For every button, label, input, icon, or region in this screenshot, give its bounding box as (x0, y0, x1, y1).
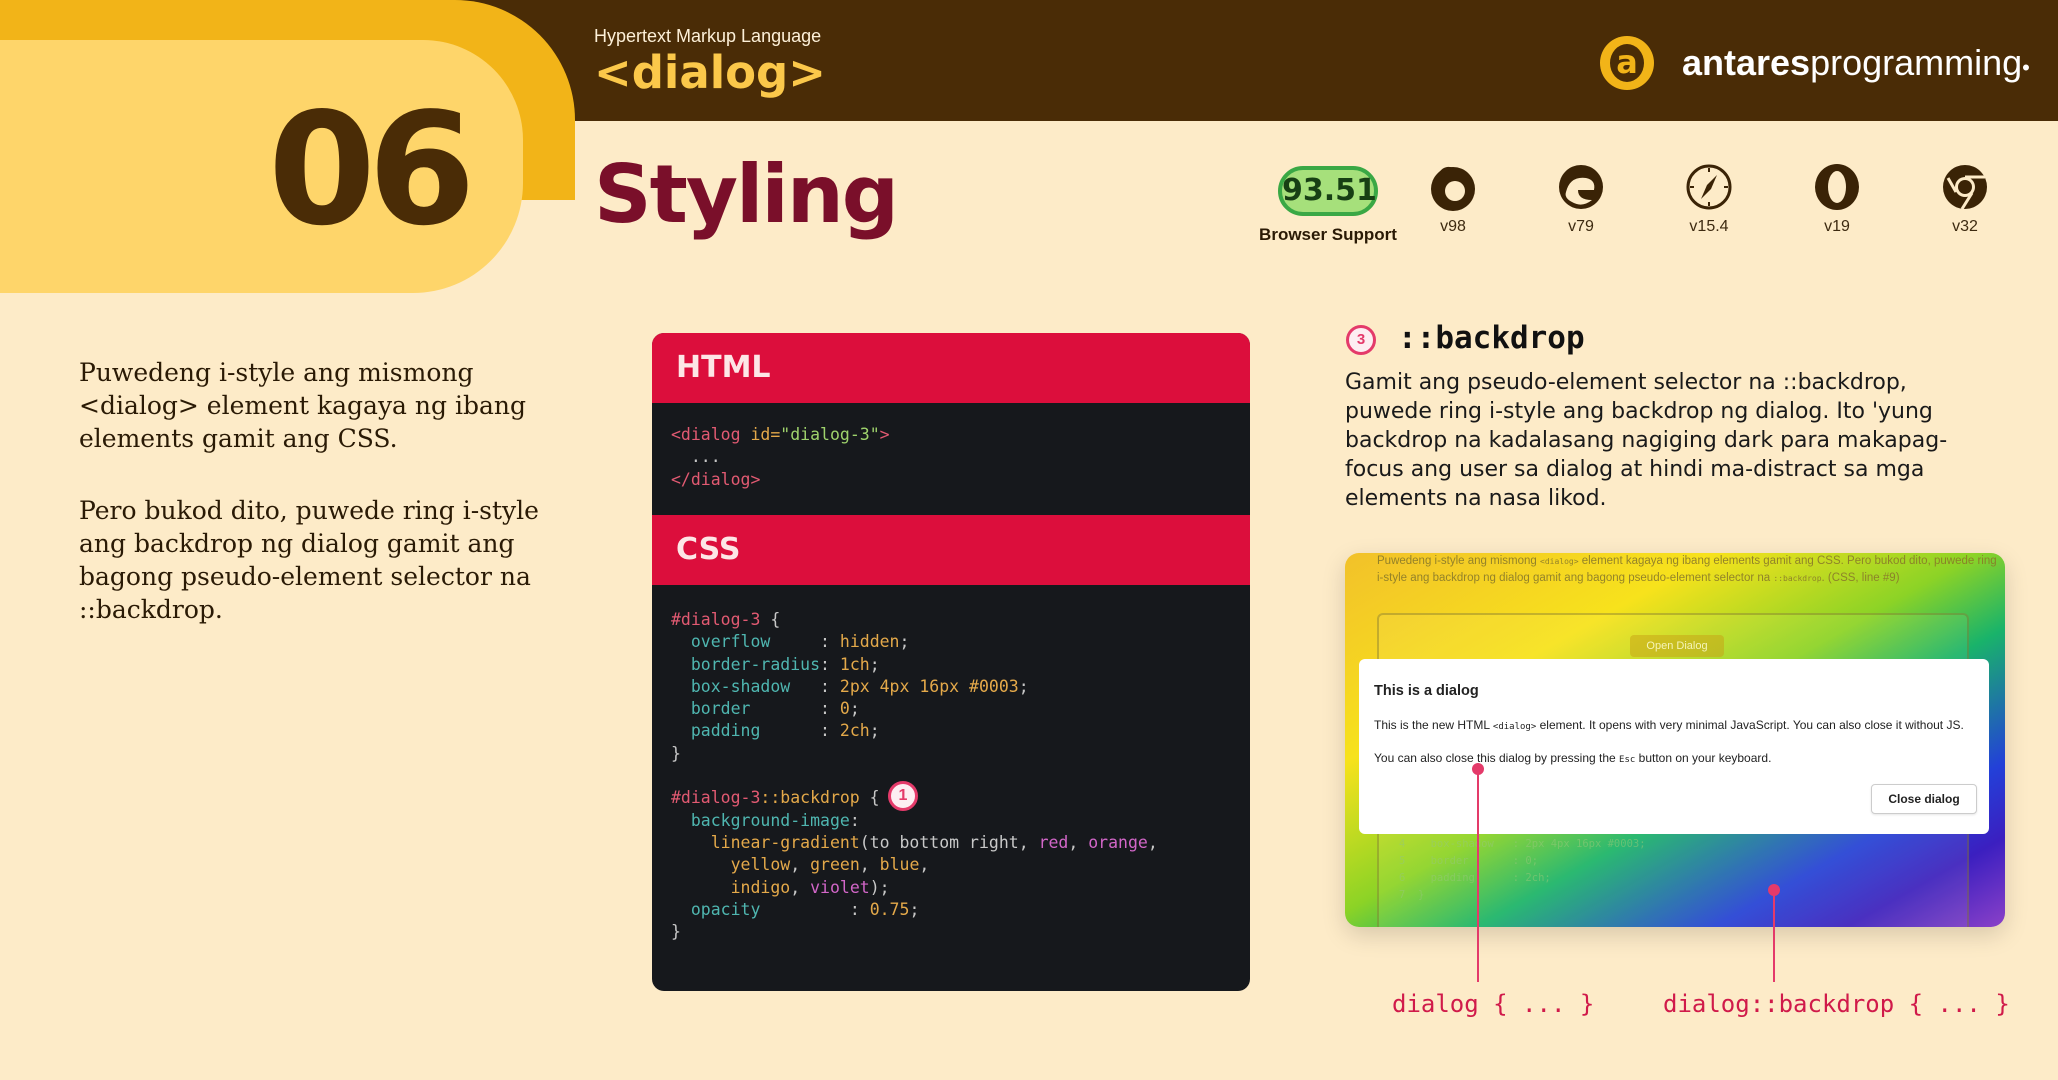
html-code-header: HTML (652, 333, 1250, 403)
support-score-badge: 93.51 (1278, 166, 1378, 216)
backdrop-title: ::backdrop (1398, 320, 1585, 356)
edge-icon (1559, 165, 1603, 209)
dialog-paragraph-2: You can also close this dialog by pressi… (1374, 751, 1772, 765)
demo-dialog: This is a dialog This is the new HTML <d… (1359, 659, 1989, 834)
dialog-pointer-line (1477, 769, 1479, 982)
close-dialog-button[interactable]: Close dialog (1871, 784, 1977, 814)
support-label: Browser Support (1259, 225, 1397, 244)
browser-opera: v19 (1797, 162, 1877, 236)
brand-name-regular: programming (1810, 42, 2023, 83)
code-panel: HTML <dialog id="dialog-3"> ... </dialog… (652, 333, 1250, 991)
browser-safari: v15.4 (1669, 162, 1749, 236)
css-code-header: CSS (652, 515, 1250, 585)
code-marker-badge: 1 (888, 781, 918, 811)
html-code-block: <dialog id="dialog-3"> ... </dialog> (671, 425, 890, 489)
brand-logo-glyph: a (1610, 44, 1644, 82)
header-element-title: <dialog> (594, 46, 826, 99)
browser-chrome: v32 (1925, 162, 2005, 236)
opera-icon (1815, 164, 1859, 210)
dialog-title: This is a dialog (1374, 683, 1479, 699)
browser-version: v79 (1568, 218, 1594, 235)
chrome-icon (1943, 165, 1987, 210)
brand-name-bold: antares (1682, 42, 1811, 83)
safari-icon (1686, 164, 1732, 210)
backdrop-demo-screenshot: Puwedeng i-style ang mismong <dialog> el… (1345, 553, 2005, 927)
backdrop-pointer-line (1773, 890, 1775, 982)
backdrop-pointer-label: dialog::backdrop { ... } (1663, 990, 2010, 1018)
intro-paragraph-1: Puwedeng i-style ang mismong <dialog> el… (79, 358, 526, 453)
brand-logo-icon: a (1600, 36, 1654, 90)
demo-background-text: Puwedeng i-style ang mismong <dialog> el… (1377, 555, 1997, 584)
open-dialog-button[interactable]: Open Dialog (1630, 635, 1724, 657)
backdrop-marker-badge: 3 (1346, 325, 1376, 355)
brand-name: antaresprogramming• (1682, 42, 2030, 84)
browser-version: v32 (1952, 218, 1978, 235)
backdrop-description: Gamit ang pseudo-element selector na ::b… (1345, 370, 1948, 511)
browser-version: v19 (1824, 218, 1850, 235)
css-code-block: #dialog-3 { overflow : hidden; border-ra… (671, 610, 1158, 942)
dialog-paragraph-1: This is the new HTML <dialog> element. I… (1374, 718, 1964, 732)
firefox-icon (1431, 166, 1475, 211)
browser-firefox: v98 (1413, 162, 1493, 236)
browser-version: v15.4 (1689, 218, 1729, 235)
page-title: Styling (594, 148, 899, 241)
dialog-pointer-label: dialog { ... } (1392, 990, 1595, 1018)
brand-dot: • (2022, 55, 2030, 80)
intro-paragraph-2: Pero bukod dito, puwede ring i-style ang… (79, 496, 539, 624)
header-subtitle: Hypertext Markup Language (594, 26, 822, 46)
section-number: 06 (268, 79, 476, 260)
browser-edge: v79 (1541, 162, 1621, 236)
browser-version: v98 (1440, 218, 1466, 235)
